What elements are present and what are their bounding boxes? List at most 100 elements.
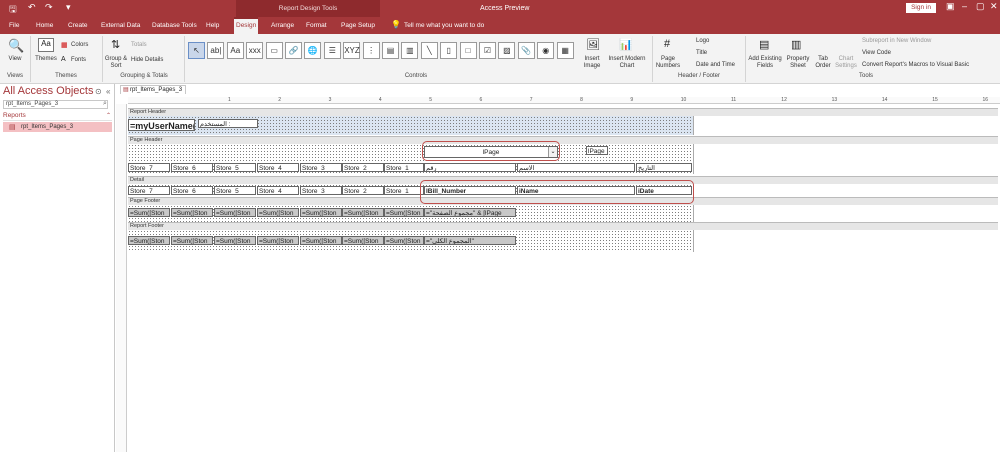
subform-icon[interactable]: ▦ (556, 42, 574, 59)
section-report-header[interactable]: Report Header (128, 108, 998, 116)
tab-help[interactable]: Help (204, 17, 221, 34)
tab-order-button[interactable]: Tab Order (814, 56, 832, 70)
button-icon[interactable]: xxx (246, 42, 264, 59)
nav-item-report[interactable]: rpt_Items_Pages_3 (3, 122, 112, 132)
tab-file[interactable]: File (7, 17, 21, 34)
report-footer-total[interactable]: ="المجموع الكلي" (424, 236, 516, 245)
sign-in-button[interactable]: Sign in (906, 3, 936, 13)
subreport-button[interactable]: Subreport in New Window (862, 38, 931, 45)
page-footer-total[interactable]: =Sum([Ston (384, 208, 424, 217)
view-icon[interactable]: 🔍 (8, 38, 24, 54)
column-label[interactable]: Store_1 (384, 163, 424, 172)
ribbon-display-icon[interactable]: ▣ (946, 1, 955, 12)
toggle-icon[interactable]: ▯ (440, 42, 458, 59)
tab-arrange[interactable]: Arrange (269, 17, 296, 34)
insert-image-icon[interactable]: 🖼 (586, 38, 600, 51)
report-footer-total[interactable]: =Sum([Ston (342, 236, 384, 245)
redo-icon[interactable]: ↷ (45, 2, 53, 13)
detail-field[interactable]: Store_3 (300, 186, 342, 195)
image-icon[interactable]: ▨ (498, 42, 516, 59)
detail-field[interactable]: Store_4 (257, 186, 299, 195)
report-footer-total[interactable]: =Sum([Ston (128, 236, 170, 245)
themes-button[interactable]: Themes (34, 56, 58, 63)
column-label[interactable]: Store_4 (257, 163, 299, 172)
colors-icon[interactable]: ▦ (61, 41, 68, 49)
fonts-icon[interactable]: A (61, 56, 66, 63)
report-footer-total[interactable]: =Sum([Ston (214, 236, 256, 245)
group-sort-icon[interactable]: ⇅ (111, 38, 120, 51)
logo-button[interactable]: Logo (696, 38, 709, 45)
colors-button[interactable]: Colors (71, 42, 88, 49)
maximize-icon[interactable]: ▢ (976, 1, 985, 12)
chart-icon[interactable]: ▥ (401, 42, 419, 59)
page-footer-total[interactable]: =Sum([Ston (171, 208, 213, 217)
totals-button[interactable]: Totals (131, 42, 147, 49)
page-footer-total[interactable]: =Sum([Ston (342, 208, 384, 217)
hide-details-button[interactable]: Hide Details (131, 57, 163, 64)
section-page-header[interactable]: Page Header (128, 136, 998, 144)
add-fields-icon[interactable]: ▤ (759, 38, 769, 51)
column-label[interactable]: Store_5 (214, 163, 256, 172)
property-sheet-button[interactable]: Property Sheet (784, 56, 812, 70)
insert-modern-chart-button[interactable]: Insert Modern Chart (605, 56, 649, 70)
option-button-icon[interactable]: ◉ (537, 42, 555, 59)
page-number-field[interactable]: lPage (586, 146, 608, 155)
column-label[interactable]: رقم (424, 163, 516, 172)
insert-image-button[interactable]: Insert Image (580, 56, 604, 70)
tab-external-data[interactable]: External Data (99, 17, 142, 34)
tab-home[interactable]: Home (34, 17, 55, 34)
nav-search-input[interactable]: rpt_Items_Pages_3 (3, 100, 108, 109)
report-footer-total[interactable]: =Sum([Ston (257, 236, 299, 245)
collapse-icon[interactable]: ⌃ (106, 112, 111, 119)
tab-database-tools[interactable]: Database Tools (150, 17, 199, 34)
undo-icon[interactable]: ↶ (28, 2, 36, 13)
combo-box-icon[interactable]: ▤ (382, 42, 399, 59)
tab-design[interactable]: Design (234, 17, 259, 34)
date-time-button[interactable]: Date and Time (696, 62, 735, 69)
nav-section-reports[interactable]: Reports (3, 112, 112, 121)
minimize-icon[interactable]: – (962, 1, 967, 11)
web-browser-icon[interactable]: 🌐 (304, 42, 322, 59)
fonts-button[interactable]: Fonts (71, 57, 86, 64)
filter-icon[interactable]: ⌕ (103, 100, 107, 108)
section-report-footer[interactable]: Report Footer (128, 222, 998, 230)
detail-field[interactable]: Store_1 (384, 186, 424, 195)
themes-icon[interactable]: Aa (38, 38, 54, 52)
chart-settings-button[interactable]: Chart Settings (834, 56, 858, 70)
page-break-icon[interactable]: ⋮ (362, 42, 380, 59)
nav-title[interactable]: All Access Objects (3, 85, 93, 97)
page-footer-total[interactable]: =Sum([Ston (300, 208, 342, 217)
detail-field[interactable]: Store_5 (214, 186, 256, 195)
detail-field[interactable]: Store_6 (171, 186, 213, 195)
title-button[interactable]: Title (696, 50, 707, 57)
line-icon[interactable]: ╲ (420, 42, 438, 59)
property-sheet-icon[interactable]: ▥ (791, 38, 801, 51)
save-icon[interactable]: 🖫 (9, 2, 17, 18)
view-button[interactable]: View (4, 56, 26, 63)
report-header-field[interactable]: المستخدم : (198, 119, 258, 128)
column-label[interactable]: Store_3 (300, 163, 342, 172)
tab-format[interactable]: Format (304, 17, 329, 34)
column-label[interactable]: Store_7 (128, 163, 170, 172)
tab-create[interactable]: Create (66, 17, 90, 34)
page-footer-total[interactable]: ="مجموع الصفحة" & [lPage (424, 208, 516, 217)
add-existing-fields-button[interactable]: Add Existing Fields (748, 56, 782, 70)
report-footer-total[interactable]: =Sum([Ston (384, 236, 424, 245)
report-footer-total[interactable]: =Sum([Ston (300, 236, 342, 245)
rectangle-icon[interactable]: □ (459, 42, 477, 59)
column-label[interactable]: Store_2 (342, 163, 384, 172)
navigation-icon[interactable]: ☰ (323, 42, 341, 59)
tell-me-search[interactable]: Tell me what you want to do (404, 17, 484, 34)
page-footer-total[interactable]: =Sum([Ston (214, 208, 256, 217)
close-icon[interactable]: ✕ (990, 1, 998, 12)
report-header-field[interactable]: =myUserName() (128, 119, 195, 131)
option-group-icon[interactable]: XYZ (343, 42, 361, 59)
tab-control-icon[interactable]: ▭ (265, 42, 283, 59)
column-label[interactable]: Store_6 (171, 163, 213, 172)
page-numbers-icon[interactable]: # (664, 38, 670, 50)
checkbox-icon[interactable]: ☑ (479, 42, 496, 59)
column-label[interactable]: التاريخ (636, 163, 692, 172)
nav-menu-icon[interactable]: ⊙ (95, 87, 102, 96)
page-numbers-button[interactable]: Page Numbers (654, 56, 682, 70)
convert-macros-button[interactable]: Convert Report's Macros to Visual Basic (862, 62, 969, 69)
